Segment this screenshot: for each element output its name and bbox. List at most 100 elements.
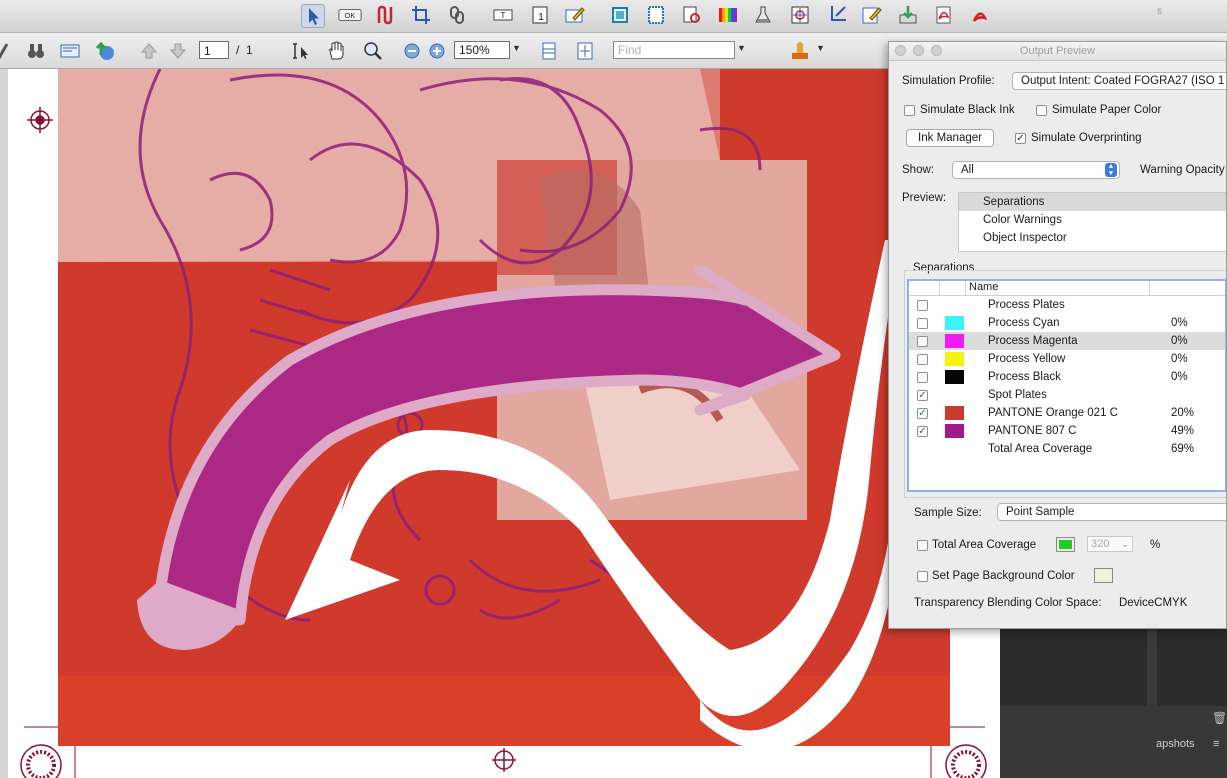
set-page-background-checkbox[interactable] <box>917 571 928 582</box>
preview-option-object-inspector[interactable]: Object Inspector <box>959 229 1226 247</box>
ink-manager-button[interactable]: Ink Manager <box>906 129 994 147</box>
acrobat-icon[interactable] <box>969 4 991 26</box>
trash-icon[interactable]: 🗑 <box>1212 711 1227 725</box>
name-column-header[interactable]: Name <box>969 281 998 294</box>
path-tool-icon[interactable] <box>374 4 396 26</box>
globe-upload-icon[interactable] <box>94 40 116 62</box>
separation-percent: 0% <box>1171 353 1188 365</box>
ok-button-icon[interactable]: OK <box>337 4 363 26</box>
previous-page-icon[interactable] <box>138 40 160 62</box>
separation-swatch <box>945 424 964 438</box>
next-page-icon[interactable] <box>167 40 189 62</box>
separation-percent: 0% <box>1171 317 1188 329</box>
separation-row[interactable]: Process Yellow 0% <box>909 350 1225 368</box>
trim-box-icon[interactable] <box>609 4 631 26</box>
stamp-dropdown-arrow-icon[interactable]: ▼ <box>816 43 825 53</box>
zoom-dropdown-arrow-icon[interactable]: ▼ <box>512 43 521 53</box>
separation-name: Process Black <box>988 371 1061 383</box>
tool-edge-icon[interactable] <box>0 40 18 62</box>
separation-row[interactable]: Process Magenta 0% <box>909 332 1225 350</box>
select-arrow-icon[interactable] <box>301 4 325 28</box>
preview-option-separations[interactable]: Separations <box>959 193 1226 211</box>
separation-name: PANTONE 807 C <box>988 425 1077 437</box>
separation-name: Process Magenta <box>988 335 1078 347</box>
text-select-icon[interactable] <box>290 40 312 62</box>
edit-icon[interactable] <box>564 4 586 26</box>
separation-checkbox[interactable] <box>917 318 928 329</box>
binoculars-icon[interactable] <box>25 40 47 62</box>
svg-text:OK: OK <box>345 11 356 20</box>
separation-swatch <box>945 334 964 348</box>
envelope-icon[interactable] <box>59 40 81 62</box>
separation-row[interactable]: ✓ Spot Plates <box>909 386 1225 404</box>
zoom-in-icon[interactable] <box>426 40 448 62</box>
simulate-black-ink-checkbox[interactable] <box>904 105 915 116</box>
zoom-out-icon[interactable] <box>401 40 423 62</box>
separation-row[interactable]: Process Cyan 0% <box>909 314 1225 332</box>
coverage-color-well[interactable] <box>1056 537 1075 552</box>
separation-checkbox[interactable] <box>917 372 928 383</box>
export-icon[interactable] <box>897 4 919 26</box>
page-background-color-well[interactable] <box>1094 568 1113 583</box>
simulate-paper-color-label: Simulate Paper Color <box>1052 104 1162 116</box>
sample-size-select[interactable]: Point Sample <box>997 503 1226 521</box>
separation-name: Process Cyan <box>988 317 1060 329</box>
simulation-profile-select[interactable]: Output Intent: Coated FOGRA27 (ISO 1 <box>1012 72 1226 90</box>
separation-row[interactable]: ✓ PANTONE 807 C 49% <box>909 422 1225 440</box>
panel-titlebar[interactable]: Output Preview <box>889 42 1226 61</box>
find-dropdown-arrow-icon[interactable]: ▼ <box>737 43 746 53</box>
snapshots-label[interactable]: apshots <box>1156 738 1195 750</box>
separation-swatch <box>945 352 964 366</box>
hand-icon[interactable] <box>325 40 347 62</box>
separation-checkbox[interactable]: ✓ <box>917 390 928 401</box>
fit-width-icon[interactable] <box>538 40 560 62</box>
stamp-icon[interactable] <box>789 40 811 62</box>
page-total: 1 <box>246 43 253 57</box>
separation-row[interactable]: Process Plates <box>909 296 1225 314</box>
object-crop-icon[interactable] <box>826 4 848 26</box>
simulate-overprinting-checkbox[interactable]: ✓ <box>1015 133 1026 144</box>
separation-name: PANTONE Orange 021 C <box>988 407 1118 419</box>
pdf-icon[interactable] <box>933 4 955 26</box>
separation-checkbox[interactable] <box>917 336 928 347</box>
separation-row[interactable]: ✓ PANTONE Orange 021 C 20% <box>909 404 1225 422</box>
transparency-blending-label: Transparency Blending Color Space: <box>914 597 1102 609</box>
panel-menu-icon[interactable]: ≡ <box>1213 738 1219 750</box>
separation-name: Spot Plates <box>988 389 1047 401</box>
text-field-icon[interactable]: T <box>492 4 514 26</box>
right-panel-top-letter: s <box>1157 6 1162 17</box>
separation-checkbox[interactable] <box>917 354 928 365</box>
preflight-icon[interactable] <box>681 4 703 26</box>
zoom-input[interactable]: 150% <box>454 41 510 59</box>
zoom-tool-icon[interactable] <box>362 40 384 62</box>
fit-page-icon[interactable] <box>574 40 596 62</box>
show-select[interactable]: All ▲ ▼ <box>952 161 1120 179</box>
page-number-input[interactable]: 1 <box>199 41 229 59</box>
separation-checkbox[interactable] <box>917 300 928 311</box>
separation-checkbox[interactable]: ✓ <box>917 426 928 437</box>
find-input[interactable]: Find <box>613 41 735 59</box>
sample-size-label: Sample Size: <box>914 507 982 519</box>
warning-opacity-label: Warning Opacity <box>1140 164 1225 176</box>
simulate-paper-color-checkbox[interactable] <box>1036 105 1047 116</box>
crop-icon[interactable] <box>410 4 432 26</box>
page-number-icon[interactable]: 1 <box>530 4 552 26</box>
simulation-profile-label: Simulation Profile: <box>902 75 995 87</box>
separation-row[interactable]: Total Area Coverage 69% <box>909 440 1225 458</box>
total-area-coverage-checkbox[interactable] <box>917 540 928 551</box>
separation-swatch <box>945 316 964 330</box>
page-box-icon[interactable] <box>645 4 667 26</box>
link-icon[interactable] <box>446 4 468 26</box>
coverage-limit-select[interactable]: 320 ⌄ <box>1087 536 1133 552</box>
registration-target-icon[interactable] <box>789 4 811 26</box>
separation-row[interactable]: Process Black 0% <box>909 368 1225 386</box>
separation-checkbox[interactable]: ✓ <box>917 408 928 419</box>
simulate-black-ink-label: Simulate Black Ink <box>920 104 1015 116</box>
color-bars-icon[interactable] <box>717 4 739 26</box>
page-background-color-swatch <box>1097 571 1110 580</box>
flask-icon[interactable] <box>752 4 774 26</box>
separations-table-header: Name <box>909 281 1225 296</box>
pencil-icon[interactable] <box>861 4 883 26</box>
preview-option-color-warnings[interactable]: Color Warnings <box>959 211 1226 229</box>
svg-text:T: T <box>501 11 506 20</box>
